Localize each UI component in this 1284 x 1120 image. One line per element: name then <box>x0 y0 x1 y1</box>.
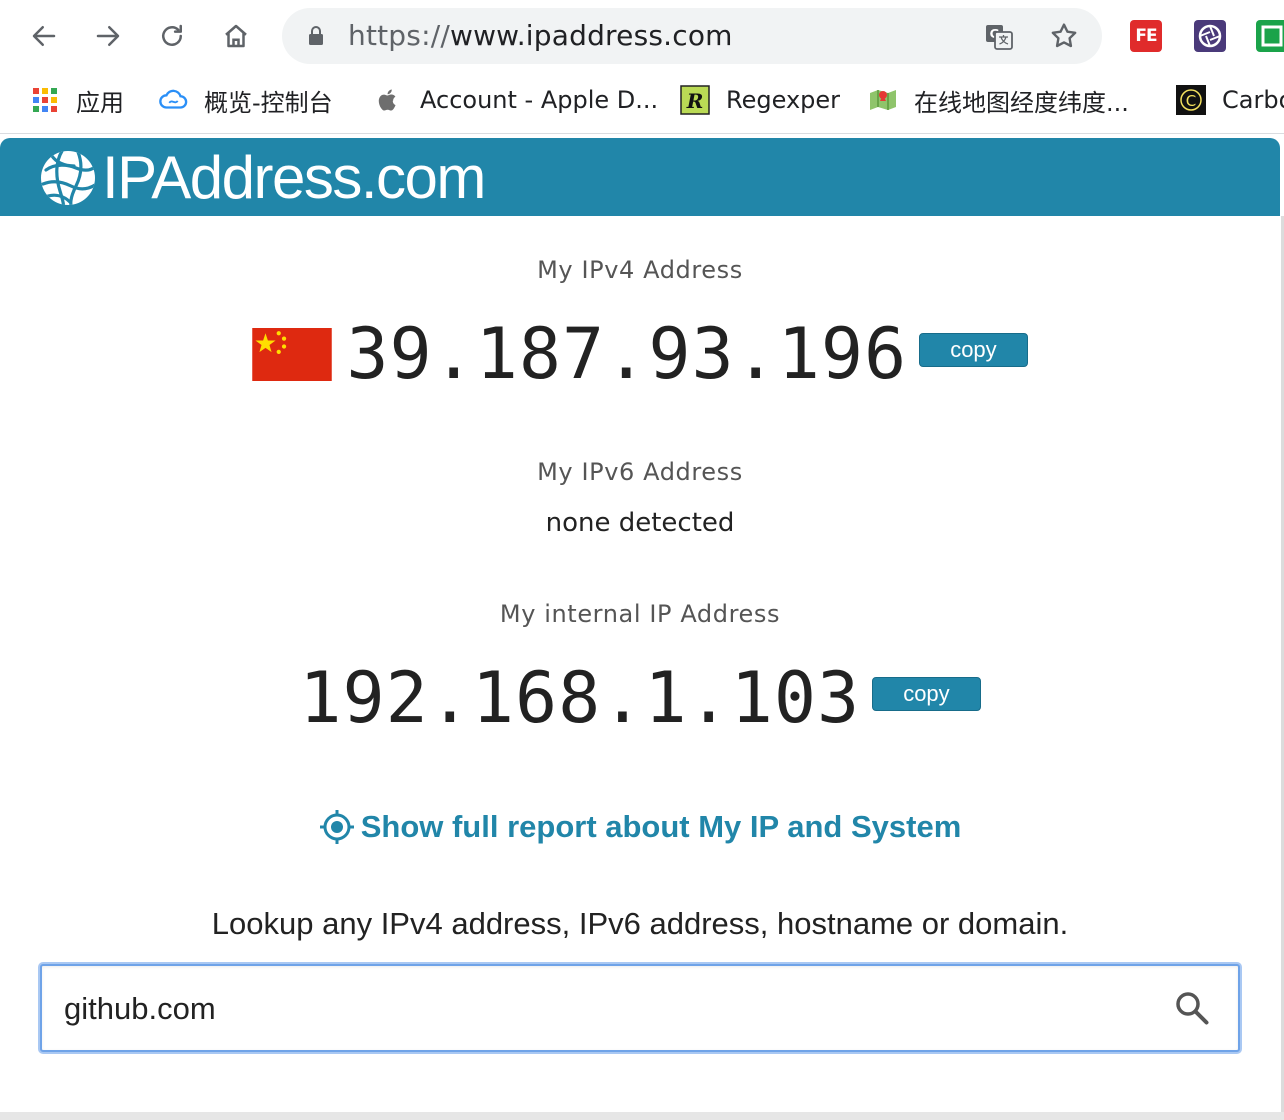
search-icon[interactable] <box>1174 990 1210 1026</box>
ipv6-value: none detected <box>545 508 735 538</box>
bookmark-label: 在线地图经度纬度... <box>914 88 1129 117</box>
translate-icon[interactable]: G <box>984 22 1014 52</box>
aperture-extension-icon[interactable] <box>1194 20 1226 52</box>
ipv4-row: 39.187.93.196 copy <box>0 316 1280 392</box>
bookmark-carbon[interactable]: C Carbon <box>1176 82 1284 118</box>
home-icon <box>225 24 247 48</box>
bookmark-label: Carbon <box>1222 86 1284 114</box>
lock-icon <box>309 26 323 45</box>
cloud-icon <box>158 85 188 115</box>
bookmark-apple-account[interactable]: Account - Apple D... <box>374 82 658 118</box>
url-host: www.ipaddress.com <box>449 19 733 52</box>
reload-button[interactable] <box>154 18 190 54</box>
fehelper-label: FE <box>1135 26 1157 46</box>
browser-toolbar: https://www.ipaddress.com G FE <box>0 0 1284 74</box>
copy-ipv4-button[interactable]: copy <box>919 333 1028 367</box>
address-bar[interactable]: https://www.ipaddress.com G <box>282 8 1102 64</box>
aperture-icon <box>1198 24 1222 48</box>
ipv4-value: 39.187.93.196 <box>346 313 908 395</box>
fehelper-extension-icon[interactable]: FE <box>1130 20 1162 52</box>
bookmark-label: 概览-控制台 <box>204 88 333 117</box>
bookmarks-bar: 应用 概览-控制台 Account - Apple D... R Regexpe… <box>0 74 1284 126</box>
window-icon <box>1261 25 1283 47</box>
ipv4-label: My IPv4 Address <box>537 256 743 284</box>
url-scheme: https:// <box>348 19 450 52</box>
bookmark-apps[interactable]: 应用 <box>30 82 124 118</box>
bookmark-label: Account - Apple D... <box>420 86 659 114</box>
bookmark-star-icon[interactable] <box>1048 20 1080 52</box>
full-report-label: Show full report about My IP and System <box>360 809 962 844</box>
lookup-input[interactable] <box>62 966 1146 1052</box>
bookmark-map[interactable]: 在线地图经度纬度... <box>868 82 1129 118</box>
apple-icon <box>374 85 404 115</box>
reload-icon <box>162 24 182 46</box>
lookup-prompt: Lookup any IPv4 address, IPv6 address, h… <box>211 906 1069 941</box>
url-text: https://www.ipaddress.com <box>348 8 733 64</box>
internal-ip-label: My internal IP Address <box>499 600 781 628</box>
globe-logo-icon[interactable] <box>38 148 98 208</box>
regexper-icon: R <box>680 85 710 115</box>
bookmark-label: 应用 <box>76 88 124 117</box>
svg-text:C: C <box>1186 92 1196 110</box>
forward-button[interactable] <box>90 18 126 54</box>
full-report-link[interactable]: Show full report about My IP and System <box>0 804 1280 850</box>
crosshair-target-icon <box>319 810 354 844</box>
carbon-icon: C <box>1176 85 1206 115</box>
svg-text:R: R <box>686 89 704 113</box>
ipv6-label: My IPv6 Address <box>537 458 743 486</box>
bookmark-label: Regexper <box>726 86 841 114</box>
bookmark-console[interactable]: 概览-控制台 <box>158 82 333 118</box>
lookup-search-box[interactable] <box>40 964 1240 1052</box>
map-icon <box>868 85 898 115</box>
green-extension-icon[interactable] <box>1256 20 1284 52</box>
back-button[interactable] <box>26 18 62 54</box>
arrow-left-icon <box>32 26 56 46</box>
chrome-divider <box>0 133 1284 134</box>
internal-ip-value: 192.168.1.103 <box>299 657 861 739</box>
bookmark-regexper[interactable]: R Regexper <box>680 82 840 118</box>
apps-grid-icon <box>30 85 60 115</box>
copy-internal-ip-button[interactable]: copy <box>872 677 981 711</box>
site-logo-text[interactable]: IPAddress.com <box>102 138 486 216</box>
internal-ip-row: 192.168.1.103 copy <box>0 660 1280 736</box>
home-button[interactable] <box>218 18 254 54</box>
site-header: IPAddress.com <box>0 138 1280 216</box>
arrow-right-icon <box>96 26 120 46</box>
page-bottom-divider <box>0 1112 1284 1120</box>
china-flag-icon <box>252 327 333 381</box>
